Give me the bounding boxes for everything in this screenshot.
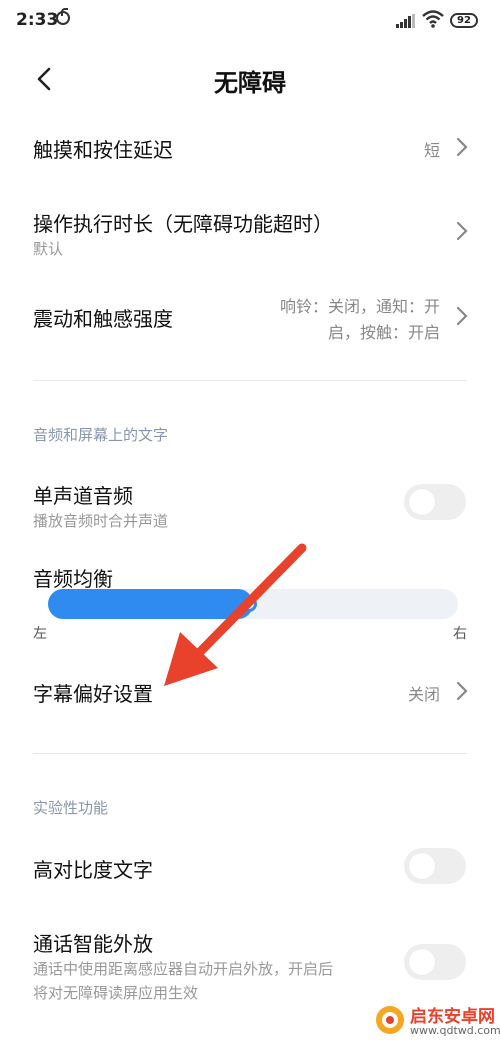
- row-speaker-call-sub2: 将对无障碍读屏应用生效: [33, 984, 199, 1002]
- page-title: 无障碍: [214, 69, 286, 97]
- divider: [33, 753, 467, 754]
- row-touch-delay[interactable]: 触摸和按住延迟 短: [0, 118, 500, 178]
- battery-icon: 92: [450, 13, 478, 28]
- toggle-knob: [409, 949, 435, 975]
- row-action-time-sub: 默认: [33, 240, 64, 258]
- app-notification-icon: [56, 8, 70, 25]
- wifi-icon: [422, 10, 444, 28]
- chevron-right-icon: [456, 306, 468, 326]
- row-action-time[interactable]: 操作执行时长（无障碍功能超时） 默认: [0, 196, 500, 266]
- row-action-time-label: 操作执行时长（无障碍功能超时）: [33, 212, 333, 236]
- row-mono-audio-label: 单声道音频: [33, 484, 133, 508]
- annotation-arrow-icon: [164, 543, 307, 686]
- watermark-logo-icon: [376, 1006, 404, 1034]
- watermark-url: www.qdtwd.com: [410, 1024, 500, 1037]
- toggle-knob: [409, 853, 435, 879]
- chevron-right-icon: [456, 137, 468, 157]
- row-touch-delay-value: 短: [423, 141, 440, 160]
- speaker-call-toggle[interactable]: [404, 944, 466, 980]
- row-captions-label: 字幕偏好设置: [33, 682, 153, 706]
- audio-balance-label: 音频均衡: [33, 567, 113, 591]
- section-header-audio: 音频和屏幕上的文字: [33, 426, 169, 444]
- row-captions-value: 关闭: [407, 685, 440, 704]
- row-touch-delay-label: 触摸和按住延迟: [33, 138, 173, 162]
- balance-left-label: 左: [33, 626, 47, 642]
- row-vibration[interactable]: 震动和触感强度 响铃：关闭，通知：开 启，按触：开启: [0, 285, 500, 355]
- mono-audio-toggle[interactable]: [404, 484, 466, 520]
- row-vibration-value-line1: 响铃：关闭，通知：开: [279, 297, 440, 316]
- chevron-right-icon: [456, 681, 468, 701]
- row-high-contrast-label: 高对比度文字: [33, 858, 153, 882]
- chevron-right-icon: [456, 221, 468, 241]
- row-speaker-call[interactable]: 通话智能外放 通话中使用距离感应器自动开启外放，开启后 将对无障碍读屏应用生效: [0, 922, 500, 1012]
- row-speaker-call-label: 通话智能外放: [33, 932, 153, 956]
- row-vibration-label: 震动和触感强度: [33, 307, 173, 331]
- section-header-experimental: 实验性功能: [33, 799, 109, 817]
- row-high-contrast[interactable]: 高对比度文字: [0, 840, 500, 896]
- row-mono-audio-sub: 播放音频时合并声道: [33, 512, 169, 530]
- row-speaker-call-sub1: 通话中使用距离感应器自动开启外放，开启后: [33, 960, 334, 978]
- high-contrast-toggle[interactable]: [404, 848, 466, 884]
- divider: [33, 380, 467, 381]
- signal-icon: [396, 14, 416, 28]
- balance-right-label: 右: [453, 626, 467, 642]
- status-time: 2:33: [16, 10, 59, 30]
- row-mono-audio[interactable]: 单声道音频 播放音频时合并声道: [0, 468, 500, 538]
- watermark: 启东安卓网 www.qdtwd.com: [372, 1000, 500, 1041]
- row-vibration-value-line2: 启，按触：开启: [327, 323, 440, 342]
- toggle-knob: [409, 489, 435, 515]
